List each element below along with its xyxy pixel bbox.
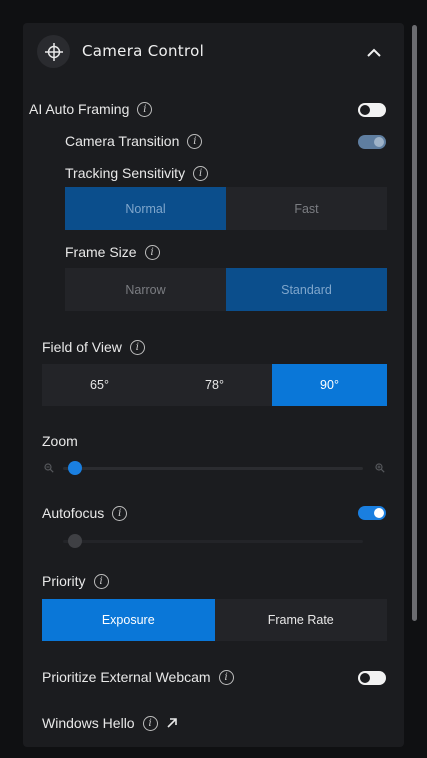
frame-size-segmented-control: Narrow Standard (65, 268, 387, 311)
tracking-sensitivity-fast-option[interactable]: Fast (226, 187, 387, 230)
camera-control-panel: Camera Control AI Auto Framing i Camera … (23, 23, 404, 747)
priority-label: Priority (42, 573, 86, 589)
info-icon[interactable]: i (187, 133, 203, 149)
zoom-out-icon[interactable] (44, 463, 54, 476)
tracking-sensitivity-label: Tracking Sensitivity (65, 165, 186, 181)
zoom-label: Zoom (42, 433, 78, 449)
autofocus-toggle[interactable] (358, 506, 386, 520)
prioritize-external-webcam-toggle[interactable] (358, 671, 386, 685)
info-icon[interactable]: i (137, 101, 153, 117)
field-of-view-65-option[interactable]: 65° (42, 364, 157, 406)
section-title: Camera Control (82, 42, 205, 60)
zoom-slider-thumb[interactable] (68, 461, 82, 475)
info-icon[interactable]: i (144, 244, 160, 260)
ai-auto-framing-toggle[interactable] (358, 103, 386, 117)
info-icon[interactable]: i (193, 165, 209, 181)
field-of-view-label: Field of View (42, 339, 122, 355)
zoom-slider-track[interactable] (63, 467, 363, 470)
field-of-view-row: Field of View i (42, 339, 145, 355)
scrollbar[interactable] (409, 23, 419, 747)
external-link-arrow-icon[interactable] (166, 717, 178, 729)
info-icon[interactable]: i (129, 339, 145, 355)
frame-size-narrow-option[interactable]: Narrow (65, 268, 226, 311)
focus-slider-thumb (68, 534, 82, 548)
info-icon[interactable]: i (112, 505, 128, 521)
priority-row: Priority i (42, 573, 109, 589)
field-of-view-78-option[interactable]: 78° (157, 364, 272, 406)
info-icon[interactable]: i (218, 669, 234, 685)
field-of-view-segmented-control: 65° 78° 90° (42, 364, 387, 406)
windows-hello-label[interactable]: Windows Hello (42, 715, 135, 731)
focus-slider-track (63, 540, 363, 543)
frame-size-standard-option[interactable]: Standard (226, 268, 387, 311)
tracking-sensitivity-segmented-control: Normal Fast (65, 187, 387, 230)
prioritize-external-webcam-label: Prioritize External Webcam (42, 669, 211, 685)
autofocus-row: Autofocus i (42, 505, 128, 521)
camera-transition-toggle[interactable] (358, 135, 386, 149)
camera-control-header[interactable]: Camera Control (23, 23, 404, 81)
autofocus-label: Autofocus (42, 505, 105, 521)
ai-auto-framing-label: AI Auto Framing (29, 101, 130, 117)
ai-auto-framing-row: AI Auto Framing i (29, 101, 153, 117)
chevron-up-icon[interactable] (361, 39, 387, 65)
camera-transition-label: Camera Transition (65, 133, 180, 149)
tracking-sensitivity-normal-option[interactable]: Normal (65, 187, 226, 230)
zoom-in-icon[interactable] (375, 463, 385, 476)
priority-exposure-option[interactable]: Exposure (42, 599, 215, 641)
frame-size-label: Frame Size (65, 244, 137, 260)
tracking-sensitivity-row: Tracking Sensitivity i (65, 165, 209, 181)
priority-segmented-control: Exposure Frame Rate (42, 599, 387, 641)
zoom-row: Zoom (42, 433, 78, 449)
priority-frame-rate-option[interactable]: Frame Rate (215, 599, 388, 641)
scrollbar-thumb[interactable] (412, 25, 417, 621)
crosshair-icon (37, 35, 70, 68)
info-icon[interactable]: i (93, 573, 109, 589)
windows-hello-row[interactable]: Windows Hello i (42, 715, 178, 731)
field-of-view-90-option[interactable]: 90° (272, 364, 387, 406)
prioritize-external-webcam-row: Prioritize External Webcam i (42, 669, 234, 685)
frame-size-row: Frame Size i (65, 244, 160, 260)
info-icon[interactable]: i (142, 715, 158, 731)
camera-transition-row: Camera Transition i (65, 133, 203, 149)
